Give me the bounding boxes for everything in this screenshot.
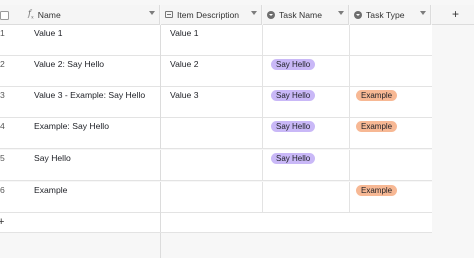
- chevron-down-icon[interactable]: [251, 11, 257, 15]
- task-name-cell[interactable]: Say Hello: [263, 150, 350, 181]
- table-row[interactable]: 3 Value 3 - Example: Say Hello Value 3 S…: [0, 87, 432, 118]
- task-name-pill: Say Hello: [271, 121, 316, 132]
- task-name-cell[interactable]: Say Hello: [263, 87, 350, 118]
- select-all-checkbox[interactable]: [0, 11, 9, 20]
- header-select-all[interactable]: [0, 5, 24, 25]
- name-cell[interactable]: Value 3 - Example: Say Hello: [24, 87, 161, 118]
- task-type-pill: Example: [356, 90, 398, 101]
- task-name-pill: Say Hello: [271, 59, 316, 70]
- task-type-cell[interactable]: [350, 25, 432, 56]
- chevron-down-icon[interactable]: [420, 11, 426, 15]
- add-field-button[interactable]: +: [432, 5, 474, 25]
- single-select-icon: [267, 10, 275, 19]
- column-header-task-type[interactable]: Task Type: [350, 5, 431, 25]
- column-header-task-name[interactable]: Task Name: [263, 5, 349, 25]
- task-name-cell[interactable]: [263, 25, 350, 56]
- name-cell[interactable]: Example: Say Hello: [24, 118, 161, 149]
- column-header-name[interactable]: fx Name: [24, 5, 160, 25]
- task-type-pill: Example: [356, 121, 398, 132]
- column-divider: [160, 213, 161, 232]
- plus-icon[interactable]: +: [452, 7, 459, 21]
- plus-icon[interactable]: +: [0, 216, 4, 228]
- row-number: 5: [0, 153, 5, 163]
- add-record-row[interactable]: +: [0, 213, 432, 233]
- task-type-cell[interactable]: Example: [350, 182, 432, 213]
- column-header-item-description[interactable]: Item Description: [161, 5, 262, 25]
- item-description-cell[interactable]: Value 3: [161, 87, 263, 118]
- task-type-cell[interactable]: [350, 56, 432, 87]
- row-number: 3: [0, 90, 5, 100]
- name-cell[interactable]: Value 2: Say Hello: [24, 56, 161, 87]
- table-row[interactable]: 2 Value 2: Say Hello Value 2 Say Hello: [0, 56, 432, 87]
- item-description-cell[interactable]: [161, 118, 263, 149]
- row-number: 4: [0, 121, 5, 131]
- row-number: 6: [0, 185, 5, 195]
- task-name-pill: Say Hello: [271, 153, 316, 164]
- item-description-cell[interactable]: Value 1: [161, 25, 263, 56]
- column-header-task-type-label: Task Type: [366, 9, 405, 20]
- task-type-cell[interactable]: [350, 150, 432, 181]
- column-header-item-description-label: Item Description: [177, 9, 240, 20]
- name-cell[interactable]: Say Hello: [24, 150, 161, 181]
- task-name-cell[interactable]: Say Hello: [263, 118, 350, 149]
- footer-summary: [0, 233, 161, 258]
- long-text-icon: [165, 11, 173, 18]
- item-description-cell[interactable]: [161, 150, 263, 181]
- table-row[interactable]: 1 Value 1 Value 1: [0, 25, 432, 56]
- task-type-cell[interactable]: Example: [350, 118, 432, 149]
- item-description-cell[interactable]: Value 2: [161, 56, 263, 87]
- table-row[interactable]: 5 Say Hello Say Hello: [0, 150, 432, 181]
- data-grid: fx Name Item Description Task Name Task …: [0, 0, 474, 258]
- row-number: 1: [0, 28, 5, 38]
- single-select-icon: [354, 10, 362, 19]
- name-cell[interactable]: Value 1: [24, 25, 161, 56]
- item-description-cell[interactable]: [161, 182, 263, 213]
- column-header-name-label: Name: [37, 9, 61, 20]
- column-header-task-name-label: Task Name: [279, 9, 322, 20]
- table-row[interactable]: 4 Example: Say Hello Say Hello Example: [0, 118, 432, 149]
- task-name-cell[interactable]: [263, 182, 350, 213]
- chevron-down-icon[interactable]: [149, 11, 155, 15]
- task-type-pill: Example: [356, 185, 398, 196]
- chevron-down-icon[interactable]: [338, 11, 344, 15]
- name-cell[interactable]: Example: [24, 182, 161, 213]
- table-row[interactable]: 6 Example Example: [0, 182, 432, 213]
- task-name-pill: Say Hello: [271, 90, 316, 101]
- task-type-cell[interactable]: Example: [350, 87, 432, 118]
- task-name-cell[interactable]: Say Hello: [263, 56, 350, 87]
- formula-icon: fx: [28, 8, 34, 21]
- row-number: 2: [0, 59, 5, 69]
